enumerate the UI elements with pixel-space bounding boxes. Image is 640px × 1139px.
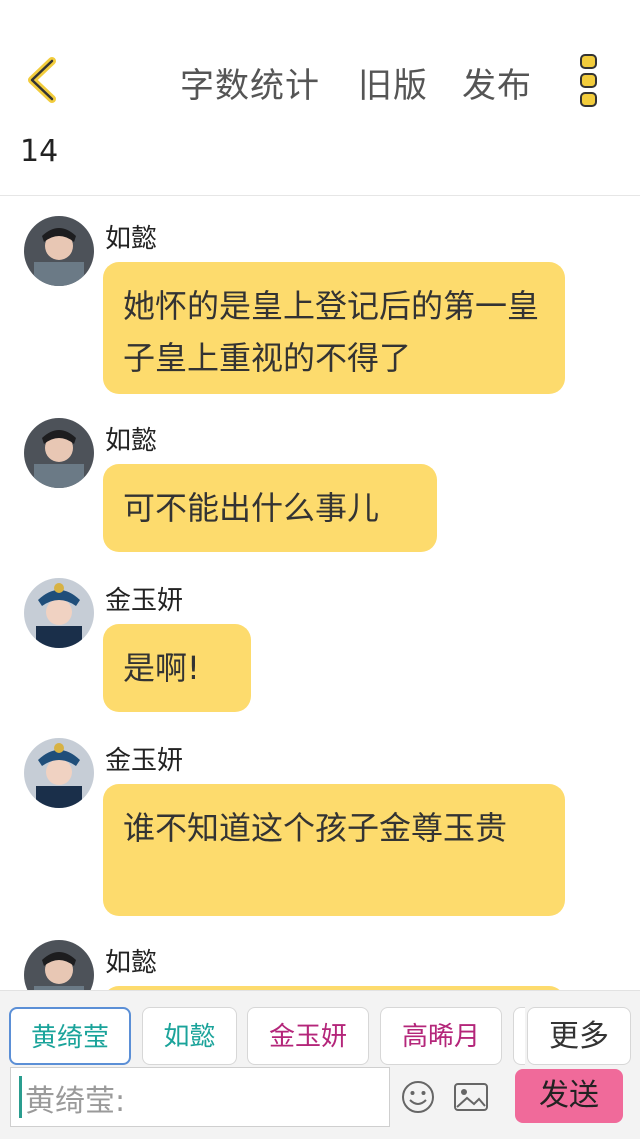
avatar[interactable] [24, 418, 94, 488]
character-chip-label: 黄绮莹 [30, 1023, 109, 1053]
character-chip-label: 如懿 [163, 1022, 216, 1052]
publish-button[interactable]: 发布 [462, 58, 532, 107]
character-chip[interactable]: 金玉妍 [247, 1007, 369, 1065]
sender-name: 如懿 [105, 224, 158, 254]
emoji-icon[interactable] [400, 1079, 436, 1115]
more-label: 更多 [549, 1019, 609, 1054]
top-bar: 字数统计 旧版 发布 14 [0, 0, 640, 196]
character-chip-label: 金玉妍 [268, 1022, 347, 1052]
text-caret [19, 1076, 22, 1118]
message-bubble[interactable]: 是啊! [103, 624, 251, 712]
more-characters-button[interactable]: 更多 [527, 1007, 631, 1065]
image-icon[interactable] [452, 1079, 490, 1115]
send-button[interactable]: 发送 [515, 1069, 623, 1123]
composer-bar: 黄绮莹 如懿 金玉妍 高晞月 更多 黄绮莹: 发送 [0, 990, 640, 1139]
sender-name: 金玉妍 [105, 586, 184, 616]
character-chip-partial[interactable] [513, 1007, 525, 1065]
chat-list[interactable]: 如懿 她怀的是皇上登记后的第一皇子皇上重视的不得了 如懿 可不能出什么事儿 金玉… [0, 196, 640, 990]
character-chip-label: 高晞月 [401, 1022, 480, 1052]
sender-name: 如懿 [105, 948, 158, 978]
input-placeholder: 黄绮莹: [25, 1084, 126, 1119]
more-menu-icon[interactable] [572, 52, 606, 108]
avatar[interactable] [24, 216, 94, 286]
message-bubble[interactable]: 谁不知道这个孩子金尊玉贵 [103, 784, 565, 916]
back-chevron-icon[interactable] [22, 55, 62, 105]
avatar[interactable] [24, 940, 94, 990]
word-count-value: 14 [20, 134, 59, 169]
sender-name: 如懿 [105, 426, 158, 456]
word-count-button[interactable]: 字数统计 [180, 58, 320, 107]
message-input[interactable]: 黄绮莹: [10, 1067, 390, 1127]
character-chip-selected[interactable]: 黄绮莹 [9, 1007, 131, 1065]
sender-name: 金玉妍 [105, 746, 184, 776]
send-label: 发送 [539, 1078, 599, 1113]
character-chip[interactable]: 高晞月 [380, 1007, 502, 1065]
message-bubble[interactable]: 可不能出什么事儿 [103, 464, 437, 552]
avatar[interactable] [24, 738, 94, 808]
avatar[interactable] [24, 578, 94, 648]
character-chip[interactable]: 如懿 [142, 1007, 237, 1065]
message-bubble[interactable]: 她怀的是皇上登记后的第一皇子皇上重视的不得了 [103, 262, 565, 394]
old-version-button[interactable]: 旧版 [358, 58, 428, 107]
